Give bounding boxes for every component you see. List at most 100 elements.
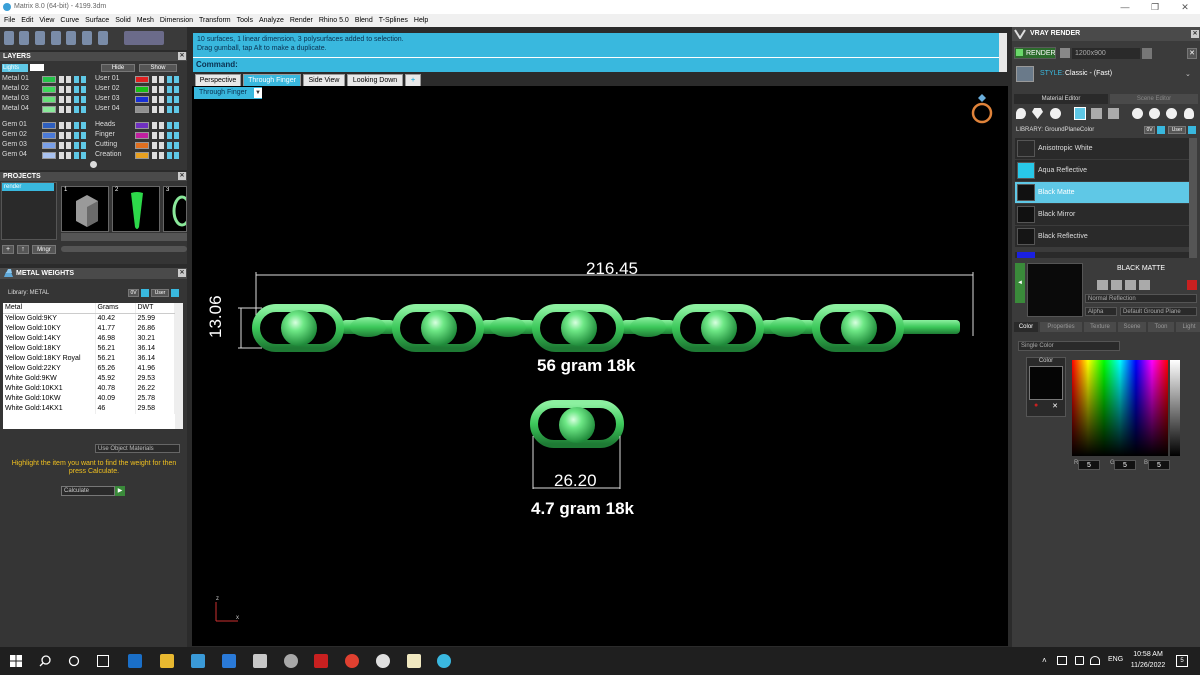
layer-visible-icon[interactable]	[159, 141, 164, 149]
material-item[interactable]: Black Matte	[1015, 182, 1189, 203]
tab-side-view[interactable]: Side View	[303, 74, 345, 86]
material-item[interactable]: Black Reflective	[1015, 226, 1189, 247]
project-thumb-2[interactable]: 2	[112, 186, 160, 232]
layer-row[interactable]: Metal 04	[2, 104, 92, 114]
col-metal[interactable]: Metal	[3, 303, 96, 314]
layer-lock-icon[interactable]	[152, 105, 157, 113]
add-tab-icon[interactable]: +	[405, 74, 421, 86]
layer-visible-icon[interactable]	[66, 75, 71, 83]
windows-start-icon[interactable]	[10, 655, 22, 667]
project-item-render[interactable]: render	[2, 183, 54, 191]
clock-date[interactable]: 11/26/2022	[1126, 662, 1170, 669]
cube-tool-icon[interactable]	[51, 31, 61, 45]
material-item[interactable]: Black Mirror	[1015, 204, 1189, 225]
table-row[interactable]: Yellow Gold:14KY 46.98 30.21	[3, 334, 175, 344]
layer-visible-icon[interactable]	[159, 131, 164, 139]
layer-row[interactable]: Metal 01	[2, 74, 92, 84]
wifi-icon[interactable]	[1090, 656, 1100, 665]
layer-row[interactable]: Metal 03	[2, 94, 92, 104]
layer-visible-icon[interactable]	[159, 151, 164, 159]
app-icon-3[interactable]	[314, 654, 328, 668]
layer-color-swatch[interactable]	[42, 75, 56, 83]
layer-row[interactable]: Gem 01	[2, 120, 92, 130]
sphere-tool-icon[interactable]	[1050, 108, 1061, 119]
table-row[interactable]: White Gold:14KX1 46 29.58	[3, 404, 175, 414]
subtab-scene[interactable]: Scene	[1118, 322, 1146, 332]
resolution-field[interactable]: 1200x900	[1072, 48, 1140, 59]
notification-icon[interactable]: 5	[1176, 655, 1188, 667]
library-toggle-icon[interactable]	[141, 289, 149, 297]
table-row[interactable]: White Gold:9KW 45.92 29.53	[3, 374, 175, 384]
layer-lock-icon[interactable]	[59, 75, 64, 83]
layer-visible-icon[interactable]	[66, 131, 71, 139]
bulb-tool-icon[interactable]	[1184, 108, 1194, 119]
reflection-dropdown[interactable]: Normal Reflection	[1085, 294, 1197, 303]
vray-close-icon[interactable]: ✕	[1191, 30, 1199, 38]
layer-lock-icon[interactable]	[59, 121, 64, 129]
layer-color-swatch[interactable]	[42, 141, 56, 149]
refresh-icon[interactable]	[1187, 280, 1197, 290]
table-row[interactable]: Yellow Gold:10KY 41.77 26.86	[3, 324, 175, 334]
layer-row[interactable]: Finger	[95, 130, 185, 140]
layer-color-swatch[interactable]	[135, 85, 149, 93]
globe-tool-icon[interactable]	[35, 31, 45, 45]
layer-select-icon[interactable]	[74, 75, 79, 83]
layer-toggle-icon[interactable]	[174, 105, 179, 113]
network-icon[interactable]	[1057, 656, 1067, 665]
show-button[interactable]: Show	[139, 64, 177, 72]
layer-color-swatch[interactable]	[135, 151, 149, 159]
brightness-slider[interactable]	[1170, 360, 1180, 456]
pattern-tool-icon[interactable]	[1091, 108, 1102, 119]
app-icon-1[interactable]	[253, 654, 267, 668]
layer-color-swatch[interactable]	[135, 141, 149, 149]
table-row[interactable]: White Gold:10KW 40.09 25.78	[3, 394, 175, 404]
table-row[interactable]: White Gold:10KX1 40.78 26.22	[3, 384, 175, 394]
layer-visible-icon[interactable]	[66, 151, 71, 159]
layer-toggle-icon[interactable]	[174, 85, 179, 93]
layer-color-swatch[interactable]	[42, 85, 56, 93]
preview-tool-icon[interactable]	[1125, 280, 1136, 290]
material-list[interactable]: Anisotropic White Aqua Reflective Black Ma…	[1014, 138, 1198, 258]
layer-select-icon[interactable]	[74, 85, 79, 93]
menu-transform[interactable]: Transform	[199, 14, 231, 27]
tab-perspective[interactable]: Perspective	[195, 74, 241, 86]
use-object-materials-field[interactable]: Use Object Materials	[95, 444, 180, 453]
layer-row[interactable]: User 01	[95, 74, 185, 84]
layer-toggle-icon[interactable]	[81, 131, 86, 139]
tab-material-editor[interactable]: Material Editor	[1014, 94, 1108, 104]
subtab-toon[interactable]: Toon	[1148, 322, 1174, 332]
layer-visible-icon[interactable]	[66, 141, 71, 149]
layer-lock-icon[interactable]	[59, 141, 64, 149]
app-icon-4[interactable]	[376, 654, 390, 668]
project-list[interactable]: render	[1, 182, 57, 240]
layer-toggle-icon[interactable]	[81, 141, 86, 149]
pin-tool-icon[interactable]	[82, 31, 92, 45]
layer-select-icon[interactable]	[74, 95, 79, 103]
subtab-light[interactable]: Light	[1176, 322, 1200, 332]
layer-select-icon[interactable]	[167, 131, 172, 139]
menu-blend[interactable]: Blend	[355, 14, 373, 27]
search-icon[interactable]	[39, 655, 51, 667]
layers-expand-icon[interactable]	[90, 161, 97, 168]
layer-toggle-icon[interactable]	[174, 95, 179, 103]
layer-toggle-icon[interactable]	[81, 85, 86, 93]
menu-tools[interactable]: Tools	[237, 14, 253, 27]
menu-analyze[interactable]: Analyze	[259, 14, 284, 27]
file-explorer-icon[interactable]	[160, 654, 174, 668]
close-icon[interactable]: ✕	[1170, 0, 1200, 14]
layer-toggle-icon[interactable]	[81, 75, 86, 83]
layer-lock-icon[interactable]	[59, 85, 64, 93]
subtab-texture[interactable]: Texture	[1084, 322, 1116, 332]
layer-lock-icon[interactable]	[59, 105, 64, 113]
layer-lock-icon[interactable]	[152, 85, 157, 93]
current-layer[interactable]: Lights	[2, 64, 28, 72]
layer-color-swatch[interactable]	[135, 75, 149, 83]
preview-tool-icon[interactable]	[1097, 280, 1108, 290]
style-value[interactable]: Classic - (Fast)	[1065, 70, 1112, 77]
layer-row[interactable]: Gem 02	[2, 130, 92, 140]
preview-tool-icon[interactable]	[1111, 280, 1122, 290]
layer-visible-icon[interactable]	[159, 121, 164, 129]
library-ov-button[interactable]: 0V	[128, 289, 139, 297]
app-icon-5[interactable]	[407, 654, 421, 668]
layer-visible-icon[interactable]	[66, 95, 71, 103]
